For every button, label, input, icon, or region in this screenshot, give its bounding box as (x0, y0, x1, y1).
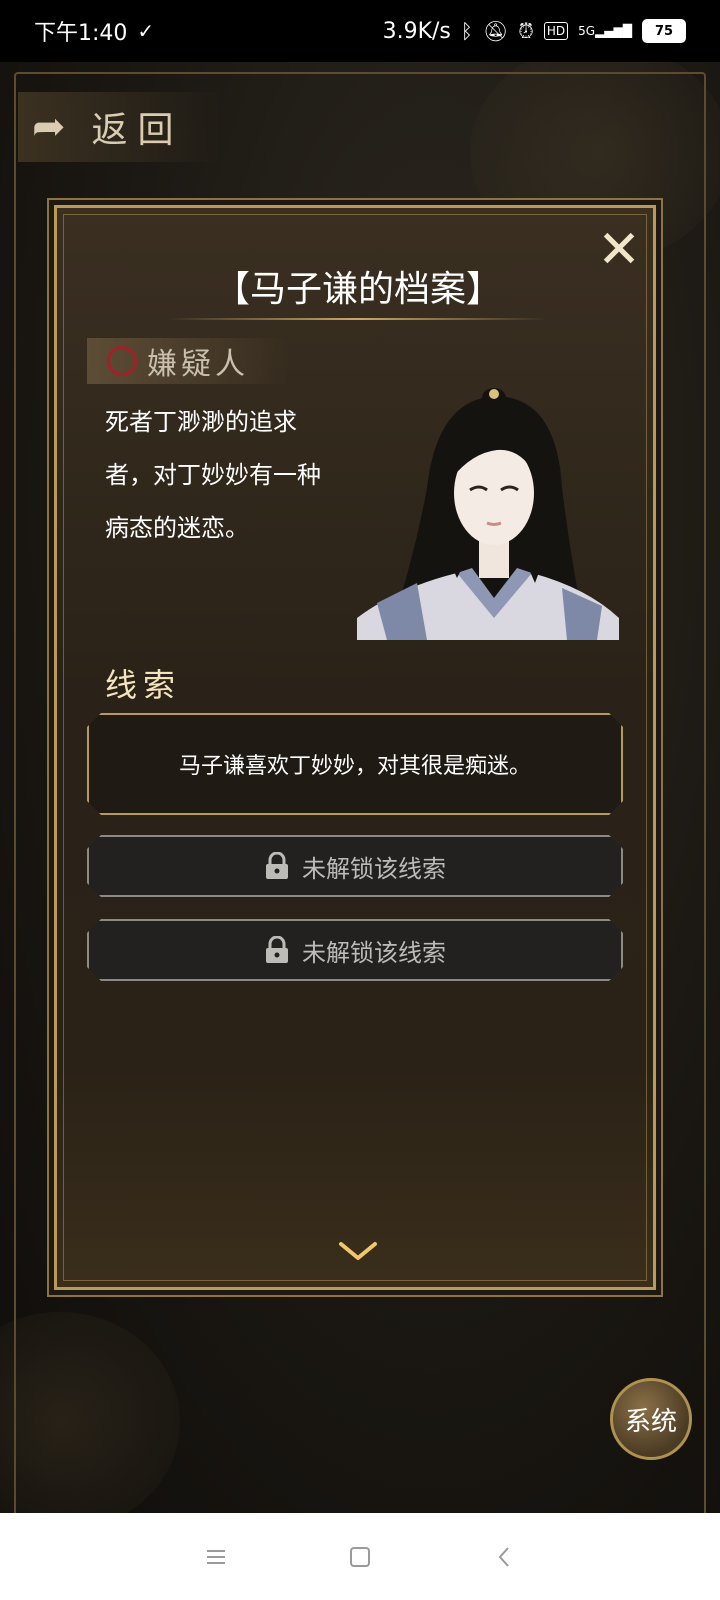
lock-icon (264, 852, 290, 880)
role-tag: 嫌疑人 (87, 338, 287, 384)
network-speed: 3.9K/s (382, 18, 451, 44)
character-description: 死者丁渺渺的追求者，对丁妙妙有一种病态的迷恋。 (105, 408, 321, 542)
menu-icon (207, 1549, 225, 1564)
profile-dialog: ✕ 【马子谦的档案】 嫌疑人 死者丁渺渺的追求者，对丁妙妙有一种病态的迷恋。 线… (54, 205, 656, 1290)
back-nav-icon (498, 1546, 509, 1567)
clues-section-title: 线索 (105, 666, 182, 704)
back-label: 返回 (91, 110, 184, 151)
network-type: 5G (578, 24, 596, 38)
battery-icon: 75 (642, 19, 686, 43)
back-button[interactable]: ➦ 返回 (18, 92, 218, 162)
clue-item-locked[interactable]: 未解锁该线索 (87, 835, 623, 897)
clue-text: 未解锁该线索 (302, 938, 446, 967)
ring-icon (107, 346, 137, 376)
back-nav-button[interactable] (487, 1540, 521, 1574)
hd-icon: HD (543, 22, 569, 40)
battery-level: 75 (654, 23, 674, 39)
home-button[interactable] (343, 1540, 377, 1574)
alarm-icon: ⏰︎ (518, 19, 534, 43)
character-portrait (357, 388, 619, 640)
bluetooth-icon: ᛒ (460, 19, 473, 43)
signal-icon: 5G▂▄▆█ (578, 24, 632, 38)
navigation-bar (0, 1513, 720, 1600)
status-time: 下午1:40 (34, 21, 128, 46)
lock-icon (264, 936, 290, 964)
back-arrow-icon: ➦ (32, 104, 76, 150)
clue-text: 未解锁该线索 (302, 854, 446, 883)
system-button[interactable]: 系统 (610, 1378, 692, 1460)
title-divider (167, 318, 547, 320)
notification-icon: ✓ (137, 19, 155, 43)
system-button-label: 系统 (624, 1406, 677, 1437)
home-icon (350, 1546, 370, 1567)
chevron-down-icon[interactable] (338, 1240, 378, 1262)
role-label: 嫌疑人 (147, 347, 249, 382)
menu-button[interactable] (199, 1540, 233, 1574)
mute-bell-icon: 🔕︎ (482, 19, 509, 43)
clue-text: 马子谦喜欢丁妙妙，对其很是痴迷。 (178, 754, 531, 779)
clue-item-locked[interactable]: 未解锁该线索 (87, 919, 623, 981)
clue-item[interactable]: 马子谦喜欢丁妙妙，对其很是痴迷。 (87, 713, 623, 815)
status-bar: 下午1:40 ✓ 3.9K/s ᛒ 🔕︎ ⏰︎ HD 5G▂▄▆█ 75 (0, 0, 720, 62)
dialog-title: 【马子谦的档案】 (213, 269, 502, 310)
